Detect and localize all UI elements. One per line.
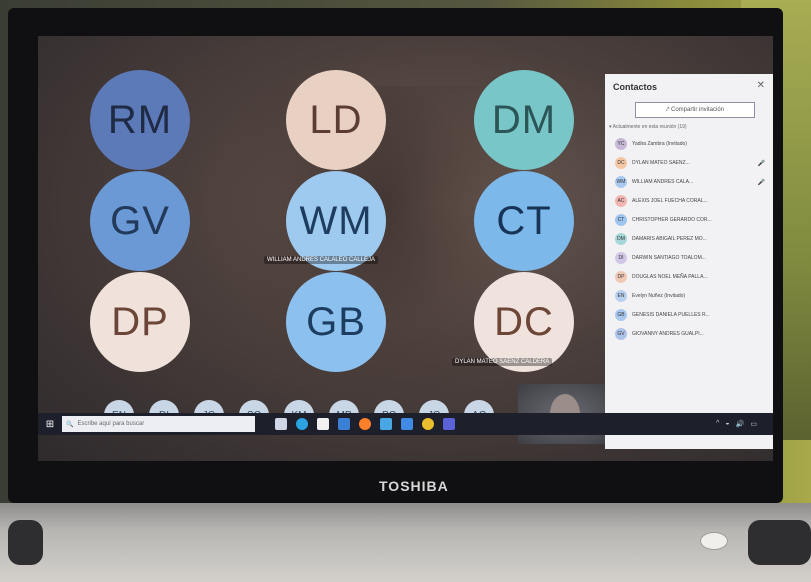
participant-avatar-dm[interactable]: DM [474,70,574,170]
task-view-icon[interactable] [275,418,287,430]
right-hinge [748,520,811,565]
contact-avatar: GV [615,328,627,340]
chevron-up-icon[interactable]: ^ [716,420,719,428]
notifications-icon[interactable]: ▭ [750,420,757,428]
contact-row[interactable]: DP DOUGLAS NOEL MEÑA PALLA... [615,270,765,284]
windows-taskbar: ⊞ 🔍 Escribe aquí para buscar ^ ◒ 🔊 ▭ [38,413,773,435]
share-invitation-button[interactable]: ⤤ Compartir invitación [635,102,755,118]
photos-icon[interactable] [380,418,392,430]
participant-avatar-gv[interactable]: GV [90,171,190,271]
network-icon[interactable]: ◒ [725,420,729,428]
contact-row[interactable]: AC ALEXIS JOEL FUECHA CORAL... [615,194,765,208]
contact-avatar: DM [615,233,627,245]
participant-avatar-ld[interactable]: LD [286,70,386,170]
contact-avatar: CT [615,214,627,226]
participant-avatar-dp[interactable]: DP [90,272,190,372]
contact-row[interactable]: DM DAMARIS ABIGAIL PEREZ MO... [615,232,765,246]
contact-avatar: DP [615,271,627,283]
firefox-icon[interactable] [359,418,371,430]
chrome-icon[interactable] [422,418,434,430]
participant-avatar-dc[interactable]: DC [474,272,574,372]
windows-start-icon[interactable]: ⊞ [38,413,62,435]
contact-avatar: DC [615,157,627,169]
calendar-icon[interactable] [401,418,413,430]
name-tag-wm: WILLIAM ANDRES CALALEO CALLEJA [264,256,379,264]
contact-row[interactable]: YC Yadira Zambra (Invitado) [615,137,765,151]
left-hinge [8,520,43,565]
name-tag-dc: DYLAN MATEO SAENZ CALDERA [452,358,553,366]
mic-icon: 🎤 [757,160,765,167]
contact-avatar: AC [615,195,627,207]
meeting-screen: RM LD DM GV WM CT DP GB DC WILLIAM ANDRE… [38,36,773,461]
participant-avatar-ct[interactable]: CT [474,171,574,271]
volume-icon[interactable]: 🔊 [736,420,745,428]
participant-avatar-gb[interactable]: GB [286,272,386,372]
contact-avatar: GB [615,309,627,321]
mic-icon: 🎤 [757,179,765,186]
store-icon[interactable] [317,418,329,430]
taskbar-search-input[interactable]: 🔍 Escribe aquí para buscar [62,416,255,432]
contact-avatar: DI [615,252,627,264]
contact-row[interactable]: DI DARWIN SANTIAGO TOALOM... [615,251,765,265]
contact-row[interactable]: WM WILLIAM ANDRES CALA... 🎤 [615,175,765,189]
laptop-base [0,503,811,582]
teams-icon[interactable] [443,418,455,430]
search-icon: 🔍 [66,421,74,428]
system-tray: ^ ◒ 🔊 ▭ [716,420,773,428]
taskbar-app-icons [275,418,455,430]
contact-row[interactable]: DC DYLAN MATEO SAENZ... 🎤 [615,156,765,170]
contact-avatar: EN [615,290,627,302]
contact-row[interactable]: EN Evelyn Nuñez (Invitado) [615,289,765,303]
laptop-brand-logo: TOSHIBA [379,478,449,494]
in-meeting-section-label: ▾ Actualmente en esta reunión (19) [609,124,687,130]
mail-icon[interactable] [338,418,350,430]
hinge-knob [700,532,728,550]
participant-avatar-rm[interactable]: RM [90,70,190,170]
edge-icon[interactable] [296,418,308,430]
contact-avatar: WM [615,176,627,188]
contact-avatar: YC [615,138,627,150]
contact-row[interactable]: GV GIOVANNY ANDRES GUALPI... [615,327,765,341]
panel-title: Contactos [613,82,658,92]
contact-row[interactable]: GB GENESIS DANIELA PUELLES R... [615,308,765,322]
contact-row[interactable]: CT CHRISTOPHER GERARDO COR... [615,213,765,227]
close-icon[interactable]: ✕ [757,80,765,91]
contacts-panel: Contactos ✕ ⤤ Compartir invitación ▾ Act… [605,74,773,449]
laptop-bezel: RM LD DM GV WM CT DP GB DC WILLIAM ANDRE… [8,8,783,503]
